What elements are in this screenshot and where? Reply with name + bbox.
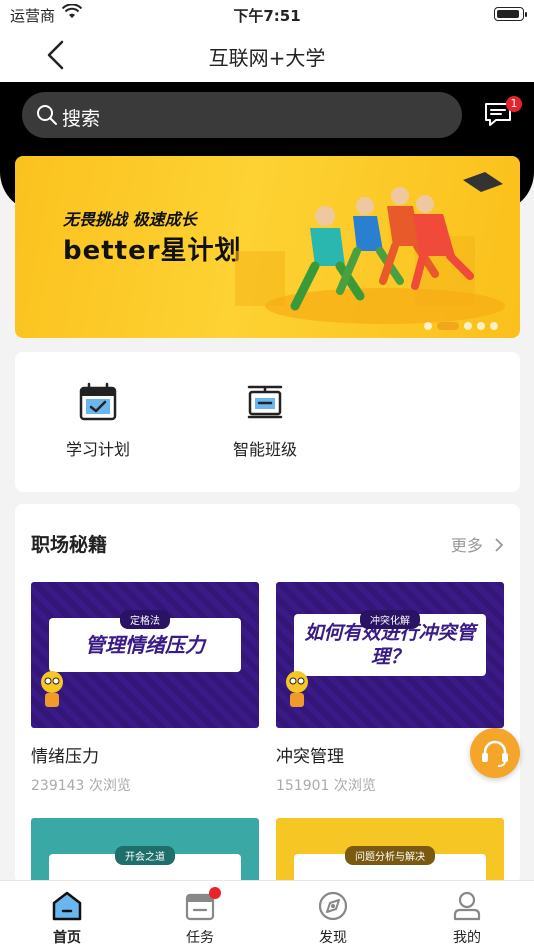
status-bar: 运营商 下午7:51 <box>0 0 534 30</box>
customer-support-button[interactable] <box>470 728 520 778</box>
search-placeholder: 搜索 <box>62 108 101 130</box>
more-label: 更多 <box>450 536 483 555</box>
cover-text: 管理情绪压力 <box>85 633 205 657</box>
course-cover: 冲突化解 如何有效进行冲突管理？ <box>276 582 504 728</box>
quick-entry-label: 学习计划 <box>65 440 130 459</box>
course-views: 239143 次浏览 <box>31 778 131 794</box>
pagination-dot[interactable] <box>424 322 432 330</box>
battery-icon <box>494 7 527 21</box>
search-icon <box>37 105 57 125</box>
more-link[interactable]: 更多 <box>451 532 504 556</box>
pagination-dot-active[interactable] <box>437 322 459 330</box>
page-title: 互联网+大学 <box>208 46 326 70</box>
pagination-dot[interactable] <box>490 322 498 330</box>
course-card[interactable]: 定格法 管理情绪压力 情绪压力 239143 次浏览 <box>31 582 259 795</box>
course-card[interactable]: 开会之道 <box>31 818 259 884</box>
task-notification-dot <box>209 887 221 899</box>
section-title: 职场秘籍 <box>31 534 108 556</box>
tab-label: 发现 <box>319 930 347 946</box>
banner-pagination <box>424 322 498 330</box>
profile-icon <box>453 891 481 921</box>
chevron-right-icon <box>489 536 504 555</box>
tab-bar: 首页 任务 发现 我的 <box>0 880 534 950</box>
tab-discover[interactable]: 发现 <box>293 889 373 947</box>
tab-tasks[interactable]: 任务 <box>160 887 240 947</box>
course-tag: 冲突化解 <box>360 610 420 629</box>
quick-entry-label: 智能班级 <box>232 440 297 459</box>
course-card[interactable]: 问题分析与解决 <box>276 818 504 884</box>
task-icon-wrap <box>183 887 221 923</box>
calendar-check-icon <box>79 382 117 421</box>
tab-label: 任务 <box>186 930 214 946</box>
course-cover: 开会之道 <box>31 818 259 884</box>
message-badge: 1 <box>506 96 522 112</box>
mascot-icon <box>41 671 63 707</box>
tab-label: 我的 <box>453 930 481 946</box>
quick-entry-card: 学习计划 智能班级 <box>15 352 520 492</box>
headset-icon <box>482 740 508 767</box>
navigation-bar: 互联网+大学 <box>0 30 534 82</box>
course-tag: 开会之道 <box>115 846 175 865</box>
banner-illustration <box>235 172 505 324</box>
course-name: 情绪压力 <box>31 747 99 767</box>
tab-home[interactable]: 首页 <box>27 889 107 947</box>
clock: 下午7:51 <box>233 7 301 25</box>
search-bar[interactable]: 搜索 <box>22 92 462 138</box>
course-views: 151901 次浏览 <box>276 778 376 794</box>
course-tag: 问题分析与解决 <box>345 846 435 865</box>
mascot-icon <box>286 671 308 707</box>
tab-profile[interactable]: 我的 <box>427 889 507 947</box>
message-button[interactable]: 1 <box>482 96 522 130</box>
career-tips-section: 职场秘籍 更多 定格法 管理情绪压力 情绪压力 239143 次浏览 冲突化解 … <box>15 504 520 884</box>
pagination-dot[interactable] <box>477 322 485 330</box>
smart-class-entry[interactable]: 智能班级 <box>205 382 325 460</box>
home-icon <box>52 891 82 921</box>
promo-banner[interactable]: 无畏挑战 极速成长 better星计划 <box>15 156 520 338</box>
course-cover: 问题分析与解决 <box>276 818 504 884</box>
discover-icon <box>318 891 348 921</box>
class-board-icon <box>247 385 283 419</box>
tab-label: 首页 <box>53 930 81 946</box>
course-tag: 定格法 <box>120 610 170 629</box>
pagination-dot[interactable] <box>464 322 472 330</box>
course-cover: 定格法 管理情绪压力 <box>31 582 259 728</box>
study-plan-entry[interactable]: 学习计划 <box>38 382 158 460</box>
